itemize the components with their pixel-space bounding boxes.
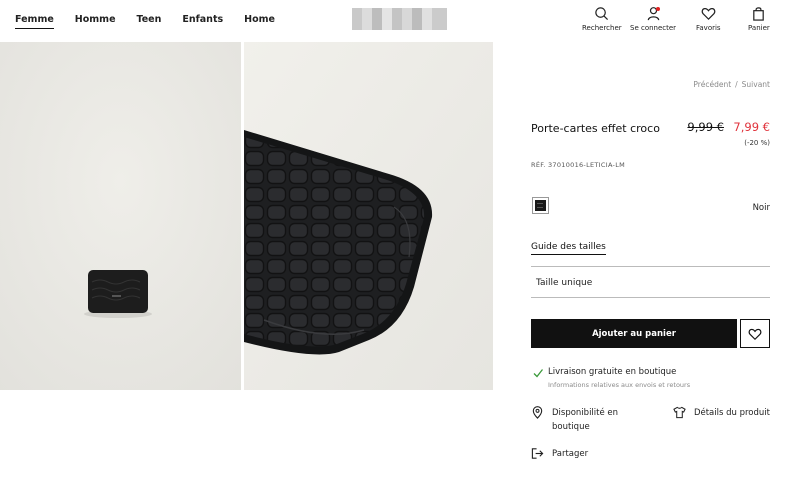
shipping-returns-link[interactable]: Informations relatives aux envois et ret… <box>548 381 690 389</box>
main-nav: Femme Homme Teen Enfants Home <box>15 14 296 29</box>
heart-icon <box>748 328 762 340</box>
product-image-thumbnail[interactable] <box>0 42 241 390</box>
favorites-label: Favoris <box>696 24 721 32</box>
product-image-closeup[interactable] <box>244 42 493 390</box>
site-header: Femme Homme Teen Enfants Home Rechercher Se … <box>0 0 800 42</box>
nav-item-femme[interactable]: Femme <box>15 14 54 29</box>
product-title: Porte-cartes effet croco <box>531 122 660 135</box>
favorites-button[interactable]: Favoris <box>696 6 721 32</box>
nav-item-teen[interactable]: Teen <box>137 14 162 29</box>
nav-item-homme[interactable]: Homme <box>75 14 116 29</box>
selected-color-name: Noir <box>752 203 770 213</box>
header-actions: Rechercher Se connecter Favoris Panier <box>570 6 800 36</box>
share-label: Partager <box>552 448 589 459</box>
original-price: 9,99 € <box>687 120 724 134</box>
next-link[interactable]: Suivant <box>742 80 770 89</box>
product-panel: Précédent / Suivant Porte-cartes effet cro… <box>531 42 770 489</box>
add-to-cart-button[interactable]: Ajouter au panier <box>531 319 737 348</box>
search-label: Rechercher <box>582 24 622 32</box>
size-guide-link[interactable]: Guide des tailles <box>531 242 606 255</box>
nav-item-home[interactable]: Home <box>244 14 275 29</box>
color-swatch-noir[interactable] <box>532 197 549 214</box>
nav-item-enfants[interactable]: Enfants <box>182 14 223 29</box>
swatch-fill <box>535 200 546 211</box>
login-label: Se connecter <box>630 24 677 32</box>
delivery-info: Livraison gratuite en boutique Informati… <box>533 367 690 389</box>
store-availability-label: Disponibilité en boutique <box>552 408 619 432</box>
search-button[interactable]: Rechercher <box>582 6 622 32</box>
delivery-title: Livraison gratuite en boutique <box>548 367 677 377</box>
product-details-button[interactable]: Détails du produit <box>673 406 770 419</box>
tshirt-icon <box>673 406 686 419</box>
product-gallery <box>0 42 493 390</box>
share-button[interactable]: Partager <box>531 447 588 460</box>
brand-logo[interactable] <box>352 8 447 30</box>
sale-price: 7,99 € <box>733 120 770 134</box>
size-selector[interactable]: Taille unique <box>531 266 770 298</box>
add-to-favorites-button[interactable] <box>740 319 770 348</box>
previous-link[interactable]: Précédent <box>693 80 731 89</box>
notification-dot <box>656 7 661 11</box>
discount-badge: (-20 %) <box>744 139 770 147</box>
location-pin-icon <box>532 406 543 419</box>
prev-next-separator: / <box>735 80 738 89</box>
cart-button[interactable]: Panier <box>748 6 770 32</box>
shopping-bag-icon <box>753 7 765 21</box>
login-button[interactable]: Se connecter <box>630 6 676 32</box>
product-details-label: Détails du produit <box>693 407 770 418</box>
search-icon <box>595 7 609 21</box>
check-icon <box>533 369 543 378</box>
product-reference: RÉF. 37010016-LETICIA-LM <box>531 161 626 169</box>
share-icon <box>531 448 544 459</box>
cart-label: Panier <box>748 24 770 32</box>
prev-next-nav: Précédent / Suivant <box>693 80 770 89</box>
store-availability-button[interactable]: Disponibilité en boutique <box>531 406 632 434</box>
heart-icon <box>701 7 716 20</box>
